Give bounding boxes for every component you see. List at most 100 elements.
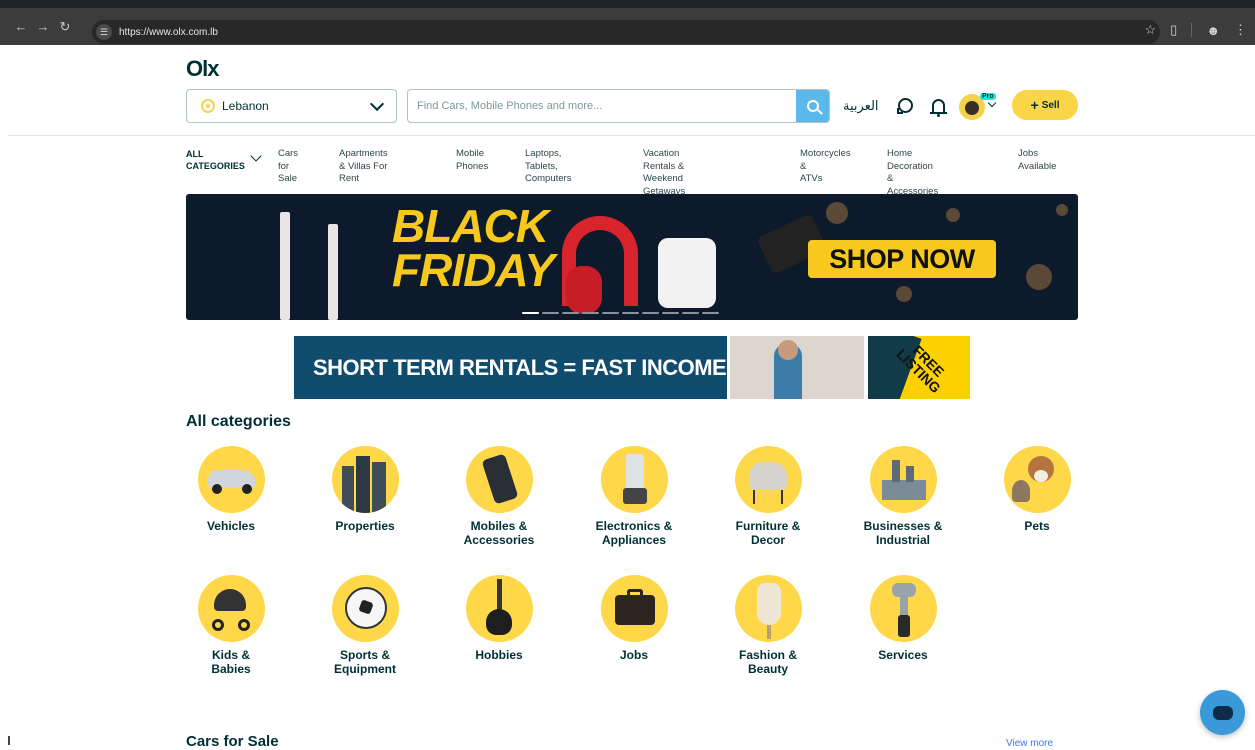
carousel-dot[interactable]	[542, 312, 559, 314]
catnav-item-mobile-phones[interactable]: Mobile Phones	[456, 148, 488, 173]
category-label: Properties	[335, 519, 395, 533]
catnav-item-line1: Motorcycles &	[800, 148, 851, 172]
view-more-link[interactable]: View more	[1006, 738, 1053, 749]
shop-now-button[interactable]: SHOP NOW	[808, 240, 996, 278]
catnav-item-jobs-available[interactable]: Jobs Available	[1018, 148, 1056, 173]
category-label-line2: Appliances	[601, 533, 667, 547]
catnav-item-line2: Available	[1018, 160, 1057, 172]
carousel-dot[interactable]	[562, 312, 579, 314]
star-icon[interactable]: ☆	[1145, 22, 1157, 38]
extensions-icon[interactable]: ▯	[1170, 22, 1177, 38]
car-icon	[197, 446, 265, 513]
catnav-item-line2: ATVs	[800, 173, 823, 184]
black-friday-banner[interactable]: BLACK FRIDAY SHOP NOW	[186, 194, 1078, 320]
category-mobiles-accessories[interactable]: Mobiles & Accessories	[444, 446, 554, 547]
category-electronics-appliances[interactable]: Electronics & Appliances	[579, 446, 689, 547]
phone-icon	[465, 446, 533, 513]
location-selector[interactable]: Lebanon	[186, 89, 397, 123]
reload-icon[interactable]: ↻	[54, 19, 76, 35]
category-fashion-beauty[interactable]: Fashion & Beauty	[713, 575, 823, 676]
search-icon	[806, 100, 819, 112]
carousel-dot[interactable]	[582, 312, 599, 314]
category-properties[interactable]: Properties	[310, 446, 420, 533]
carousel-dot[interactable]	[622, 312, 639, 314]
all-categories-title: All categories	[186, 413, 291, 430]
category-label-line2: Equipment	[334, 662, 396, 676]
carousel-dot[interactable]	[662, 312, 679, 314]
catnav-item-line1: Vacation Rentals & Weekend	[643, 148, 685, 184]
back-arrow-icon[interactable]: ←	[10, 19, 32, 34]
category-label: Vehicles	[206, 519, 256, 533]
chat-icon[interactable]	[897, 98, 913, 114]
address-bar[interactable]: ☰ https://www.olx.com.lb	[92, 20, 1160, 44]
category-furniture-decor[interactable]: Furniture & Decor	[713, 446, 823, 547]
category-label-line2: Accessories	[463, 533, 535, 547]
catnav-item-motorcycles[interactable]: Motorcycles & ATVs	[800, 148, 851, 186]
notifications-bell-icon[interactable]	[930, 99, 947, 117]
catnav-item-vacation-rentals[interactable]: Vacation Rentals & Weekend Getaways	[643, 148, 685, 198]
category-pets[interactable]: Pets	[982, 446, 1092, 533]
category-label: Electronics &	[595, 519, 673, 533]
category-label: Fashion &	[738, 648, 797, 662]
short-term-rentals-banner[interactable]: SHORT TERM RENTALS = FAST INCOME FREE LI…	[294, 336, 970, 399]
category-label: Jobs	[619, 648, 648, 662]
bokeh-light	[826, 202, 848, 224]
smiling-man-photo	[730, 336, 864, 399]
category-label-line2: Industrial	[875, 533, 930, 547]
chat-bubble-icon	[1212, 705, 1233, 720]
category-businesses-industrial[interactable]: Businesses & Industrial	[848, 446, 958, 547]
search-input[interactable]	[408, 90, 796, 122]
browser-toolbar: ← → ↻ ☰ https://www.olx.com.lb ☆ ▯ ☻ ⋮	[0, 0, 1255, 45]
scroll-edge	[8, 736, 10, 745]
menu-icon[interactable]: ⋮	[1234, 22, 1247, 38]
earbuds-image	[658, 238, 716, 308]
all-categories-dropdown[interactable]: ALL CATEGORIES	[186, 148, 246, 172]
headphones-earcup	[566, 266, 602, 314]
sell-button[interactable]: + Sell	[1012, 90, 1078, 120]
category-label-line2: Beauty	[747, 662, 788, 676]
mannequin-icon	[734, 575, 802, 642]
search-button[interactable]	[796, 90, 829, 122]
carousel-dot[interactable]	[682, 312, 699, 314]
category-kids-babies[interactable]: Kids & Babies	[176, 575, 286, 676]
carousel-dot[interactable]	[642, 312, 659, 314]
header-divider	[8, 135, 1255, 136]
site-settings-icon[interactable]: ☰	[96, 24, 112, 40]
forward-arrow-icon[interactable]: →	[32, 19, 54, 34]
cars-for-sale-title: Cars for Sale	[186, 733, 279, 750]
bokeh-light	[946, 208, 960, 222]
category-sports-equipment[interactable]: Sports & Equipment	[310, 575, 420, 676]
free-listing-badge: FREE LISTING	[868, 336, 970, 399]
usb-cable-image	[328, 224, 338, 320]
carousel-dot[interactable]	[522, 312, 539, 314]
category-vehicles[interactable]: Vehicles	[176, 446, 286, 533]
category-services[interactable]: Services	[848, 575, 958, 662]
catnav-item-apartments-villas[interactable]: Apartments & Villas For Rent	[339, 148, 388, 186]
language-toggle[interactable]: العربية	[843, 99, 879, 114]
category-jobs[interactable]: Jobs	[579, 575, 689, 662]
profile-icon[interactable]: ☻	[1206, 23, 1220, 38]
catnav-item-cars-for-sale[interactable]: Cars for Sale	[278, 148, 298, 186]
category-label: Pets	[1024, 519, 1050, 533]
carousel-dot[interactable]	[702, 312, 719, 314]
category-label: Kids &	[211, 648, 250, 662]
chevron-down-icon[interactable]	[250, 150, 262, 162]
carousel-indicators	[522, 312, 719, 314]
olx-logo[interactable]: Olx	[186, 56, 219, 82]
toolbar-separator	[1191, 23, 1193, 37]
factory-icon	[869, 446, 937, 513]
avatar-chevron-down-icon[interactable]	[987, 98, 997, 108]
category-hobbies[interactable]: Hobbies	[444, 575, 554, 662]
category-label: Sports &	[339, 648, 390, 662]
bokeh-light	[896, 286, 912, 302]
buildings-icon	[331, 446, 399, 513]
chevron-down-icon	[369, 96, 385, 112]
catnav-item-laptops[interactable]: Laptops, Tablets, Computers	[525, 148, 571, 186]
catnav-item-home-decoration[interactable]: Home Decoration & Accessories	[887, 148, 938, 198]
catnav-item-line2: Sale	[278, 173, 298, 184]
bokeh-light	[1026, 264, 1052, 290]
carousel-dot[interactable]	[602, 312, 619, 314]
category-label: Mobiles &	[470, 519, 528, 533]
chat-support-button[interactable]	[1200, 690, 1245, 735]
stroller-icon	[197, 575, 265, 642]
